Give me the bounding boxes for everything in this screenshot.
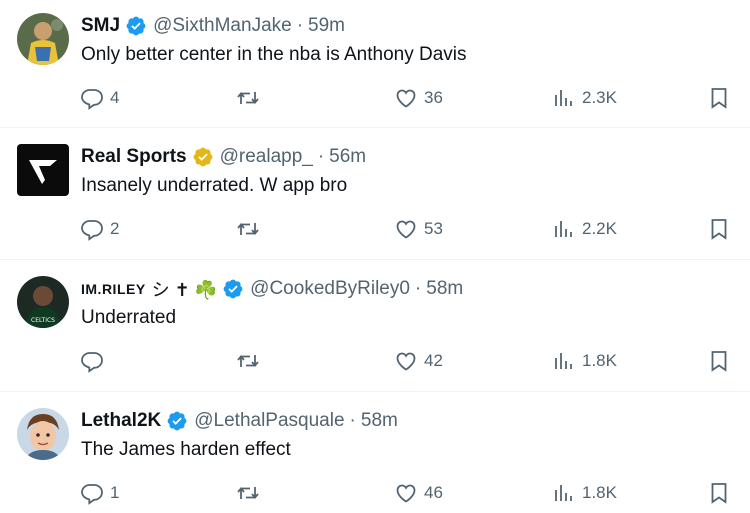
tweet-header: SMJ @SixthManJake · 59m bbox=[81, 13, 345, 39]
retweet-icon bbox=[237, 487, 259, 499]
like-count: 36 bbox=[424, 88, 443, 107]
bookmark-button[interactable] bbox=[707, 214, 731, 244]
view-count: 1.8K bbox=[582, 351, 617, 370]
tweet-header: Lethal2K @LethalPasquale · 58m bbox=[81, 408, 398, 434]
display-name[interactable]: Real Sports bbox=[81, 146, 187, 168]
tweet-text: Only better center in the nba is Anthony… bbox=[81, 44, 467, 65]
like-count: 46 bbox=[424, 483, 443, 502]
bookmark-icon bbox=[711, 483, 727, 504]
like-count: 53 bbox=[424, 219, 443, 238]
reply-button[interactable] bbox=[80, 346, 110, 376]
bookmark-button[interactable] bbox=[707, 478, 731, 508]
avatar[interactable] bbox=[17, 13, 69, 65]
separator: · bbox=[349, 410, 356, 431]
bookmark-icon bbox=[711, 219, 727, 240]
views-chart-icon bbox=[555, 90, 572, 106]
verified-gold-badge-icon bbox=[192, 146, 214, 168]
celtics-player-avatar: CELTICS bbox=[17, 276, 69, 328]
bookmark-icon bbox=[711, 351, 727, 372]
like-button[interactable]: 36 bbox=[394, 83, 443, 113]
bookmark-button[interactable] bbox=[707, 346, 731, 376]
views-chart-icon bbox=[555, 485, 572, 501]
like-button[interactable]: 53 bbox=[394, 214, 443, 244]
user-handle[interactable]: @SixthManJake bbox=[153, 15, 292, 37]
retweet-button[interactable] bbox=[236, 214, 266, 244]
user-handle[interactable]: @realapp_ bbox=[220, 146, 313, 168]
reply-count: 4 bbox=[110, 88, 120, 107]
bookmark-button[interactable] bbox=[707, 83, 731, 113]
tweet-text: The James harden effect bbox=[81, 439, 291, 460]
verified-badge-icon bbox=[222, 278, 244, 300]
views-button[interactable]: 2.3K bbox=[552, 83, 617, 113]
retweet-button[interactable] bbox=[236, 83, 266, 113]
views-chart-icon bbox=[555, 353, 572, 369]
cartoon-face-avatar bbox=[17, 408, 69, 460]
user-handle[interactable]: @CookedByRiley0 bbox=[250, 278, 410, 300]
tweet-text: Underrated bbox=[81, 307, 177, 328]
heart-icon bbox=[396, 352, 416, 371]
reply-button[interactable]: 2 bbox=[80, 214, 119, 244]
svg-text:CELTICS: CELTICS bbox=[31, 317, 55, 324]
heart-icon bbox=[396, 89, 416, 108]
timestamp[interactable]: 59m bbox=[308, 15, 345, 37]
separator: · bbox=[414, 278, 422, 299]
views-button[interactable]: 2.2K bbox=[552, 214, 617, 244]
heart-icon bbox=[396, 484, 416, 503]
display-name[interactable]: IM.RILEY bbox=[81, 281, 146, 297]
name-emoji: シ ✝ ☘️ bbox=[151, 280, 218, 300]
views-chart-icon bbox=[555, 221, 572, 237]
reply-icon bbox=[81, 352, 103, 373]
real-logo-avatar bbox=[17, 144, 69, 196]
timestamp[interactable]: 56m bbox=[329, 146, 366, 168]
view-count: 2.3K bbox=[582, 88, 617, 107]
like-count: 42 bbox=[424, 351, 443, 370]
retweet-icon bbox=[237, 92, 259, 104]
reply-button[interactable]: 4 bbox=[80, 83, 119, 113]
reply-count: 1 bbox=[110, 483, 120, 502]
tweet-header: IM.RILEY シ ✝ ☘️ @CookedByRiley0 · 58m bbox=[81, 276, 463, 302]
reply-icon bbox=[81, 220, 103, 241]
tweet-feed: SMJ @SixthManJake · 59m Only better cent… bbox=[0, 0, 750, 513]
retweet-button[interactable] bbox=[236, 346, 266, 376]
bookmark-icon bbox=[711, 88, 727, 109]
reply-icon bbox=[81, 484, 103, 505]
retweet-icon bbox=[237, 223, 259, 235]
tweet[interactable]: Lethal2K @LethalPasquale · 58m The James… bbox=[0, 392, 750, 513]
tweet-text: Insanely underrated. W app bro bbox=[81, 175, 348, 196]
timestamp[interactable]: 58m bbox=[426, 278, 463, 300]
retweet-icon bbox=[237, 355, 259, 367]
user-handle[interactable]: @LethalPasquale bbox=[194, 410, 344, 432]
verified-badge-icon bbox=[125, 15, 147, 37]
avatar[interactable]: CELTICS bbox=[17, 276, 69, 328]
tweet-actions: 2 53 2.2K bbox=[0, 214, 750, 244]
reply-button[interactable]: 1 bbox=[80, 478, 119, 508]
reply-icon bbox=[81, 89, 103, 110]
tweet[interactable]: Real Sports @realapp_ · 56m Insanely und… bbox=[0, 128, 750, 260]
timestamp[interactable]: 58m bbox=[361, 410, 398, 432]
view-count: 1.8K bbox=[582, 483, 617, 502]
display-name[interactable]: SMJ bbox=[81, 15, 120, 37]
heart-icon bbox=[396, 220, 416, 239]
like-button[interactable]: 46 bbox=[394, 478, 443, 508]
tweet[interactable]: CELTICS IM.RILEY シ ✝ ☘️ @CookedByRiley0 … bbox=[0, 260, 750, 392]
tweet-actions: 1 46 1.8K bbox=[0, 478, 750, 508]
tweet[interactable]: SMJ @SixthManJake · 59m Only better cent… bbox=[0, 0, 750, 128]
tweet-actions: 4 36 2.3K bbox=[0, 83, 750, 113]
jersey-photo-avatar bbox=[17, 13, 69, 65]
display-name[interactable]: Lethal2K bbox=[81, 410, 161, 432]
tweet-actions: 42 1.8K bbox=[0, 346, 750, 376]
avatar[interactable] bbox=[17, 144, 69, 196]
avatar[interactable] bbox=[17, 408, 69, 460]
like-button[interactable]: 42 bbox=[394, 346, 443, 376]
tweet-header: Real Sports @realapp_ · 56m bbox=[81, 144, 366, 170]
separator: · bbox=[296, 15, 304, 36]
retweet-button[interactable] bbox=[236, 478, 266, 508]
verified-badge-icon bbox=[166, 410, 188, 432]
reply-count: 2 bbox=[110, 219, 120, 238]
views-button[interactable]: 1.8K bbox=[552, 346, 617, 376]
views-button[interactable]: 1.8K bbox=[552, 478, 617, 508]
separator: · bbox=[317, 146, 325, 167]
view-count: 2.2K bbox=[582, 219, 617, 238]
